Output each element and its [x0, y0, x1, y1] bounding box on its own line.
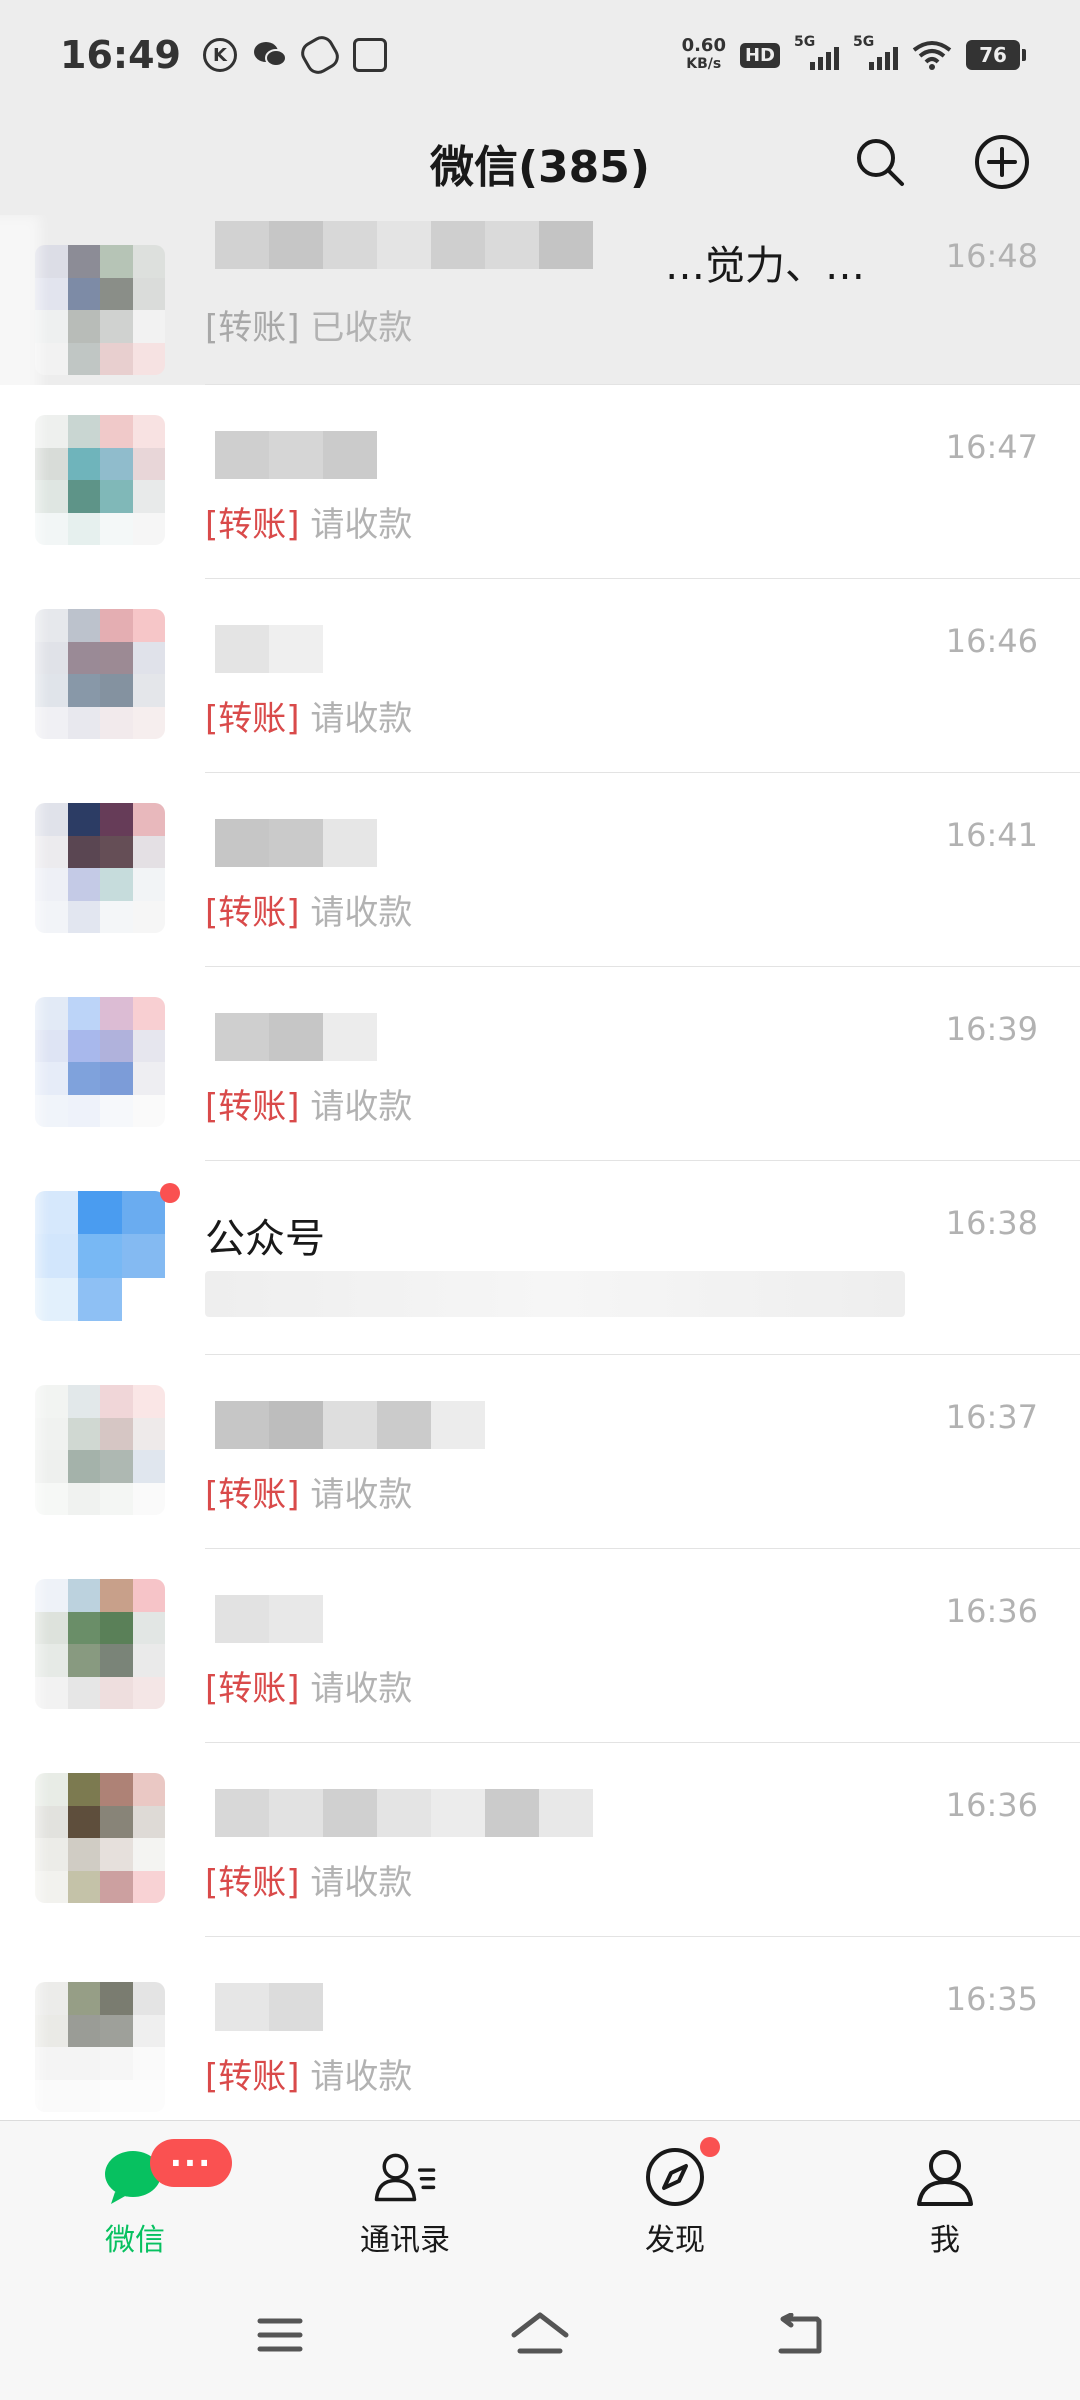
name-redaction [215, 221, 593, 269]
chat-preview: [转账] 请收款 [205, 2057, 413, 2097]
avatar [35, 1385, 165, 1515]
chat-row[interactable]: 16:37 [转账] 请收款 [0, 1355, 1080, 1549]
name-redaction [215, 1013, 377, 1061]
person-icon [913, 2145, 977, 2209]
chat-time: 16:47 [945, 428, 1038, 466]
notification-icons: K [202, 31, 387, 79]
avatar [35, 1773, 165, 1903]
status-time: 16:49 [60, 33, 181, 77]
chat-preview: [转账] 已收款 [205, 308, 413, 348]
chat-time: 16:46 [945, 622, 1038, 660]
plus-circle-icon [975, 135, 1029, 189]
tab-label: 我 [930, 2223, 960, 2258]
back-button[interactable] [770, 2305, 830, 2365]
chat-row[interactable]: 16:41 [转账] 请收款 [0, 773, 1080, 967]
chat-preview: [转账] 请收款 [205, 893, 413, 933]
chat-name: …觉力、… [665, 243, 865, 289]
menu-button[interactable] [250, 2305, 310, 2365]
avatar [35, 609, 165, 739]
chat-preview: [转账] 请收款 [205, 699, 413, 739]
search-icon [857, 139, 904, 186]
signal-icon-2: 5G [853, 34, 898, 70]
privacy-smudge [0, 215, 40, 2115]
chat-row[interactable]: 16:36 [转账] 请收款 [0, 1549, 1080, 1743]
name-redaction [215, 1983, 323, 2031]
signal-icon: 5G [794, 34, 839, 70]
chat-preview: [转账] 请收款 [205, 1087, 413, 1127]
tab-chats[interactable]: ··· 微信 [0, 2121, 270, 2270]
k-icon: K [202, 38, 237, 72]
chat-preview: [转账] 请收款 [205, 1475, 413, 1515]
chat-time: 16:38 [945, 1204, 1038, 1242]
battery-icon: 76 [966, 40, 1026, 70]
chat-row[interactable]: 16:39 [转账] 请收款 [0, 967, 1080, 1161]
home-button[interactable] [510, 2305, 570, 2365]
chat-time: 16:36 [945, 1592, 1038, 1630]
chat-time: 16:48 [945, 237, 1038, 275]
system-navigation-bar [0, 2270, 1080, 2400]
chat-time: 16:41 [945, 816, 1038, 854]
name-redaction [215, 1595, 323, 1643]
contacts-icon [373, 2145, 437, 2209]
tab-label: 发现 [645, 2223, 705, 2258]
chat-time: 16:36 [945, 1786, 1038, 1824]
avatar [35, 1982, 165, 2112]
home-icon [511, 2312, 569, 2354]
chat-time: 16:35 [945, 1980, 1038, 2018]
status-right: 0.60 KB/s HD 5G 5G 76 [681, 34, 1026, 73]
chat-row-official-accounts[interactable]: 公众号 16:38 [0, 1161, 1080, 1355]
chat-row[interactable]: 16:35 [转账] 请收款 [0, 1937, 1080, 2120]
chat-time: 16:37 [945, 1398, 1038, 1436]
name-redaction [215, 625, 323, 673]
name-redaction [215, 1789, 593, 1837]
avatar [35, 1579, 165, 1709]
chat-row[interactable]: 16:47 [转账] 请收款 [0, 385, 1080, 579]
chat-time: 16:39 [945, 1010, 1038, 1048]
compass-icon [643, 2145, 707, 2209]
chat-preview: [转账] 请收款 [205, 505, 413, 545]
bottom-tab-bar: ··· 微信 通讯录 发现 我 [0, 2120, 1080, 2270]
tab-me[interactable]: 我 [810, 2121, 1080, 2270]
tab-discover[interactable]: 发现 [540, 2121, 810, 2270]
avatar [35, 245, 165, 375]
back-icon [778, 2313, 822, 2354]
official-accounts-avatar [35, 1191, 165, 1321]
top-navigation: 微信(385) [0, 110, 1080, 215]
chat-row[interactable]: 16:36 [转账] 请收款 [0, 1743, 1080, 1937]
chat-name: 公众号 [205, 1216, 325, 1262]
hd-badge: HD [739, 42, 780, 68]
preview-redaction [205, 1271, 905, 1317]
network-speed: 0.60 KB/s [681, 35, 726, 73]
chat-preview: [转账] 请收款 [205, 1669, 413, 1709]
search-button[interactable] [850, 132, 910, 192]
unread-badge: ··· [150, 2139, 232, 2187]
add-button[interactable] [972, 132, 1032, 192]
page-title: 微信(385) [429, 141, 651, 193]
wechat-icon [253, 38, 287, 72]
chat-preview: [转账] 请收款 [205, 1863, 413, 1903]
avatar [35, 803, 165, 933]
name-redaction [215, 819, 377, 867]
name-redaction [215, 1401, 485, 1449]
wifi-icon [912, 40, 952, 70]
menu-icon [257, 2318, 303, 2352]
tab-label: 通讯录 [360, 2223, 450, 2258]
status-bar: 16:49 K 0.60 KB/s HD 5G 5G 76 [0, 0, 1080, 110]
app-icon [296, 31, 344, 79]
chat-list[interactable]: …觉力、… 16:48 [转账] 已收款 16:47 [转账] 请收款 16:4… [0, 215, 1080, 2120]
tab-contacts[interactable]: 通讯录 [270, 2121, 540, 2270]
avatar [35, 997, 165, 1127]
unread-dot [160, 1183, 180, 1203]
chat-row[interactable]: …觉力、… 16:48 [转账] 已收款 [0, 215, 1080, 385]
name-redaction [215, 431, 377, 479]
tab-label: 微信 [105, 2223, 165, 2258]
avatar [35, 415, 165, 545]
wallet-icon [352, 38, 387, 72]
new-dot [700, 2137, 720, 2157]
chat-row[interactable]: 16:46 [转账] 请收款 [0, 579, 1080, 773]
